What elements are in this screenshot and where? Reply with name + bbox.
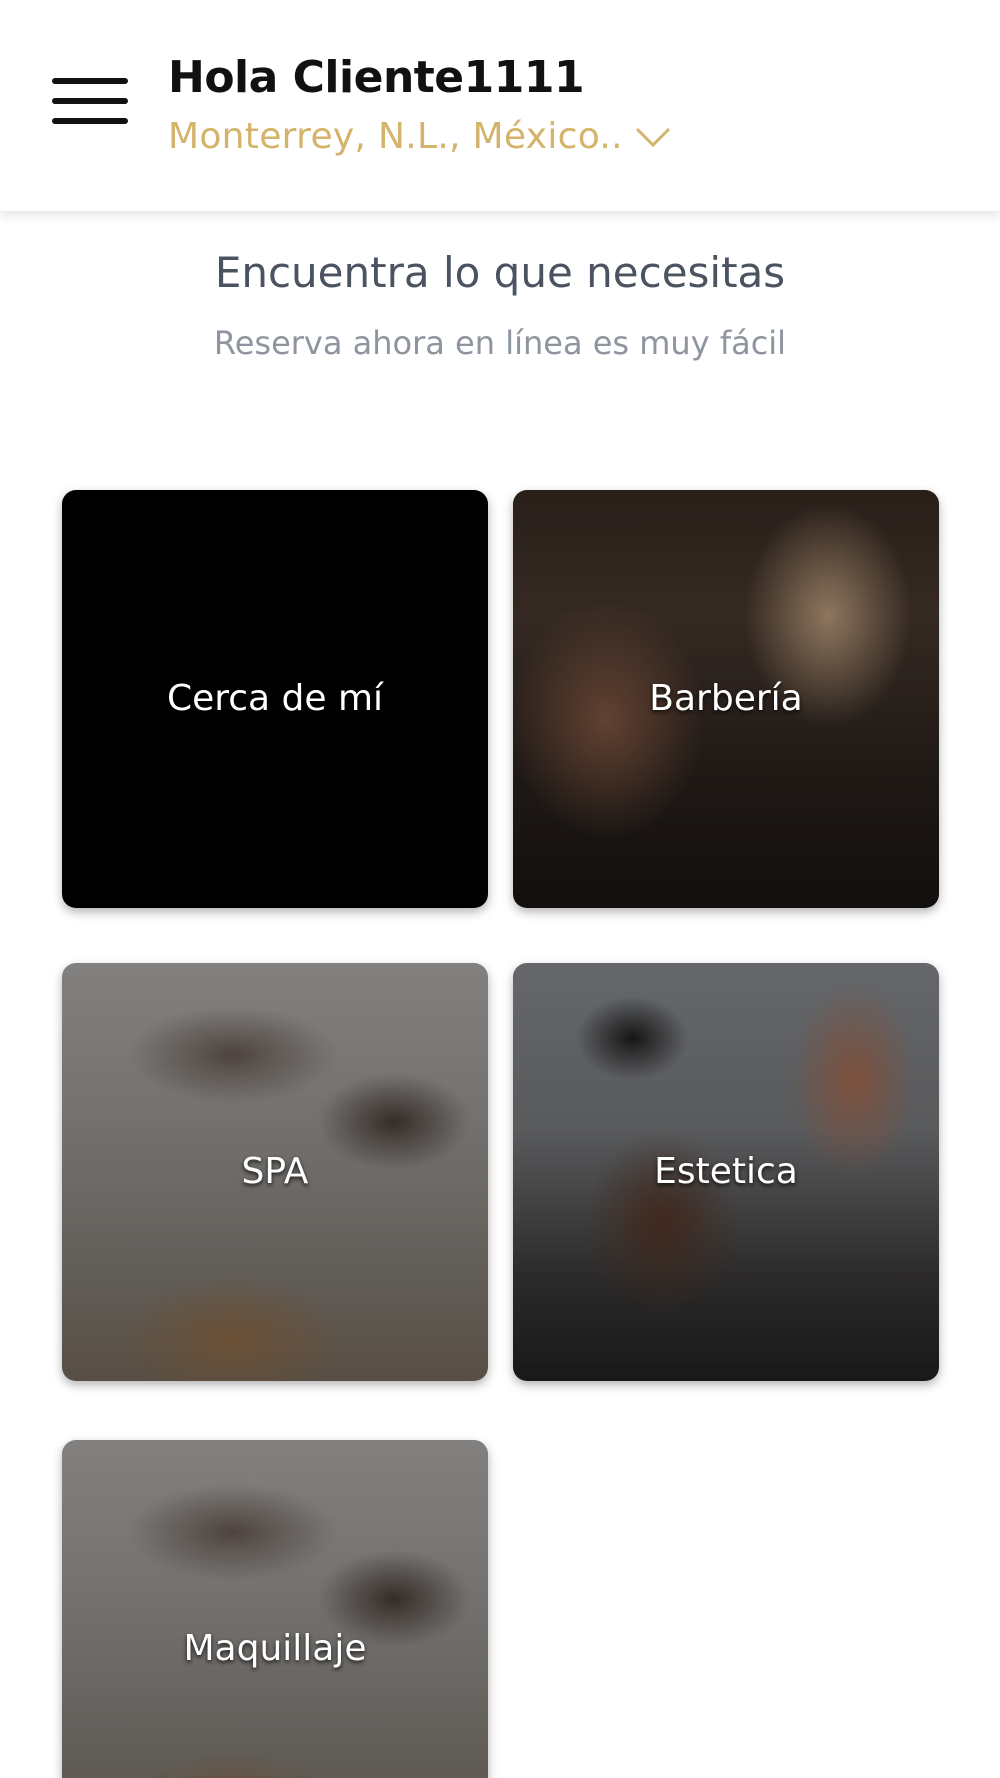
- section-title: Encuentra lo que necesitas: [214, 248, 786, 297]
- category-tile-spa[interactable]: SPA: [62, 963, 488, 1381]
- app-header: Hola Cliente1111 Monterrey, N.L., México…: [0, 0, 1000, 212]
- category-label: Estetica: [654, 1151, 798, 1192]
- chevron-down-icon: [635, 127, 670, 147]
- category-label: Barbería: [649, 678, 803, 719]
- hamburger-menu-icon[interactable]: [48, 70, 130, 130]
- section-subtitle: Reserva ahora en línea es muy fácil: [213, 324, 787, 362]
- category-label: SPA: [241, 1151, 309, 1192]
- location-label: Monterrey, N.L., México..: [168, 116, 623, 157]
- category-tile-estetica[interactable]: Estetica: [513, 963, 939, 1381]
- category-label: Cerca de mí: [166, 678, 384, 719]
- category-tile-barberia[interactable]: Barbería: [513, 490, 939, 908]
- greeting-title: Hola Cliente1111: [168, 52, 585, 103]
- location-selector[interactable]: Monterrey, N.L., México..: [168, 116, 673, 157]
- category-tile-maquillaje[interactable]: Maquillaje: [62, 1440, 488, 1778]
- category-label: Maquillaje: [183, 1628, 367, 1669]
- category-tile-cerca-de-mi[interactable]: Cerca de mí: [62, 490, 488, 908]
